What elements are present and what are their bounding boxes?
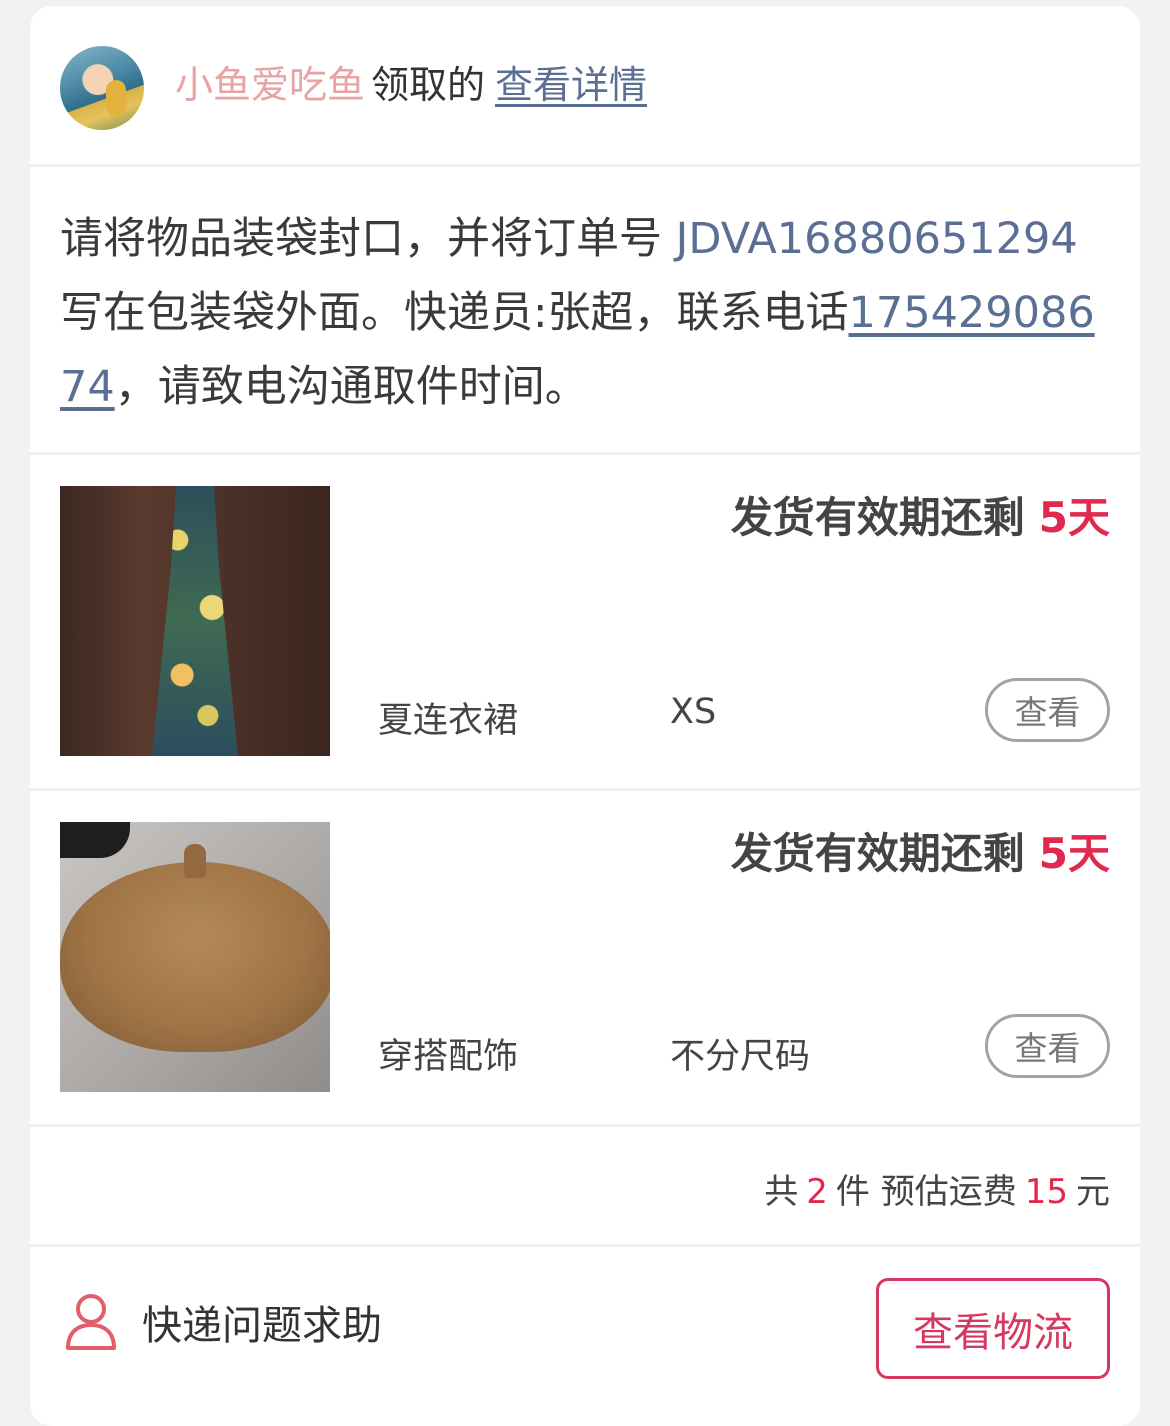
card-header: 小鱼爱吃鱼 领取的 查看详情 xyxy=(30,6,1140,166)
person-icon xyxy=(64,1292,118,1352)
shipping-instruction: 请将物品装袋封口，并将订单号 JDVA16880651294 写在包装袋外面。快… xyxy=(60,202,1112,424)
list-item: 发货有效期还剩 5天 穿搭配饰 不分尺码 查看 xyxy=(30,792,1140,1124)
courier-help-link[interactable]: 快递问题求助 xyxy=(64,1290,382,1354)
divider xyxy=(30,1124,1140,1127)
item-name: 穿搭配饰 xyxy=(378,1037,519,1077)
item-size: XS xyxy=(670,692,717,732)
claimed-label: 领取的 xyxy=(371,63,486,107)
summary-prefix: 共 xyxy=(764,1172,799,1212)
header-text: 小鱼爱吃鱼 领取的 查看详情 xyxy=(175,59,647,111)
instruction-text: 请将物品装袋封口，并将订单号 xyxy=(60,214,676,264)
shipping-validity: 发货有效期还剩 5天 xyxy=(731,484,1110,545)
help-label: 快递问题求助 xyxy=(142,1303,382,1349)
validity-label: 发货有效期还剩 xyxy=(730,493,1025,542)
view-item-button[interactable]: 查看 xyxy=(985,678,1110,742)
shipping-validity: 发货有效期还剩 5天 xyxy=(731,820,1110,881)
validity-label: 发货有效期还剩 xyxy=(730,829,1025,878)
username[interactable]: 小鱼爱吃鱼 xyxy=(175,63,365,107)
validity-days: 5天 xyxy=(1038,829,1110,878)
avatar[interactable] xyxy=(60,46,144,130)
order-summary: 共2件 预估运费 15 元 xyxy=(764,1164,1110,1213)
item-count: 2 xyxy=(806,1172,828,1212)
view-logistics-button[interactable]: 查看物流 xyxy=(876,1278,1110,1379)
dress-photo[interactable] xyxy=(60,486,330,756)
divider xyxy=(30,452,1140,455)
order-number: JDVA16880651294 xyxy=(675,214,1078,264)
view-details-link[interactable]: 查看详情 xyxy=(495,63,647,107)
divider xyxy=(30,788,1140,791)
validity-days: 5天 xyxy=(1038,493,1110,542)
divider xyxy=(30,1244,1140,1247)
beret-photo[interactable] xyxy=(60,822,330,1092)
divider xyxy=(30,164,1140,167)
item-name: 夏连衣裙 xyxy=(378,701,519,741)
order-card: 小鱼爱吃鱼 领取的 查看详情 请将物品装袋封口，并将订单号 JDVA16880651… xyxy=(30,6,1140,1426)
item-size: 不分尺码 xyxy=(670,1037,811,1077)
estimated-fee: 15 xyxy=(1024,1172,1068,1212)
summary-count-unit: 件 预估运费 xyxy=(835,1172,1017,1212)
instruction-text: 写在包装袋外面。快递员:张超，联系电话 xyxy=(60,288,849,338)
view-item-button[interactable]: 查看 xyxy=(985,1014,1110,1078)
fee-unit: 元 xyxy=(1076,1172,1110,1212)
instruction-text: ，请致电沟通取件时间。 xyxy=(114,362,588,412)
list-item: 发货有效期还剩 5天 夏连衣裙 XS 查看 xyxy=(30,456,1140,788)
